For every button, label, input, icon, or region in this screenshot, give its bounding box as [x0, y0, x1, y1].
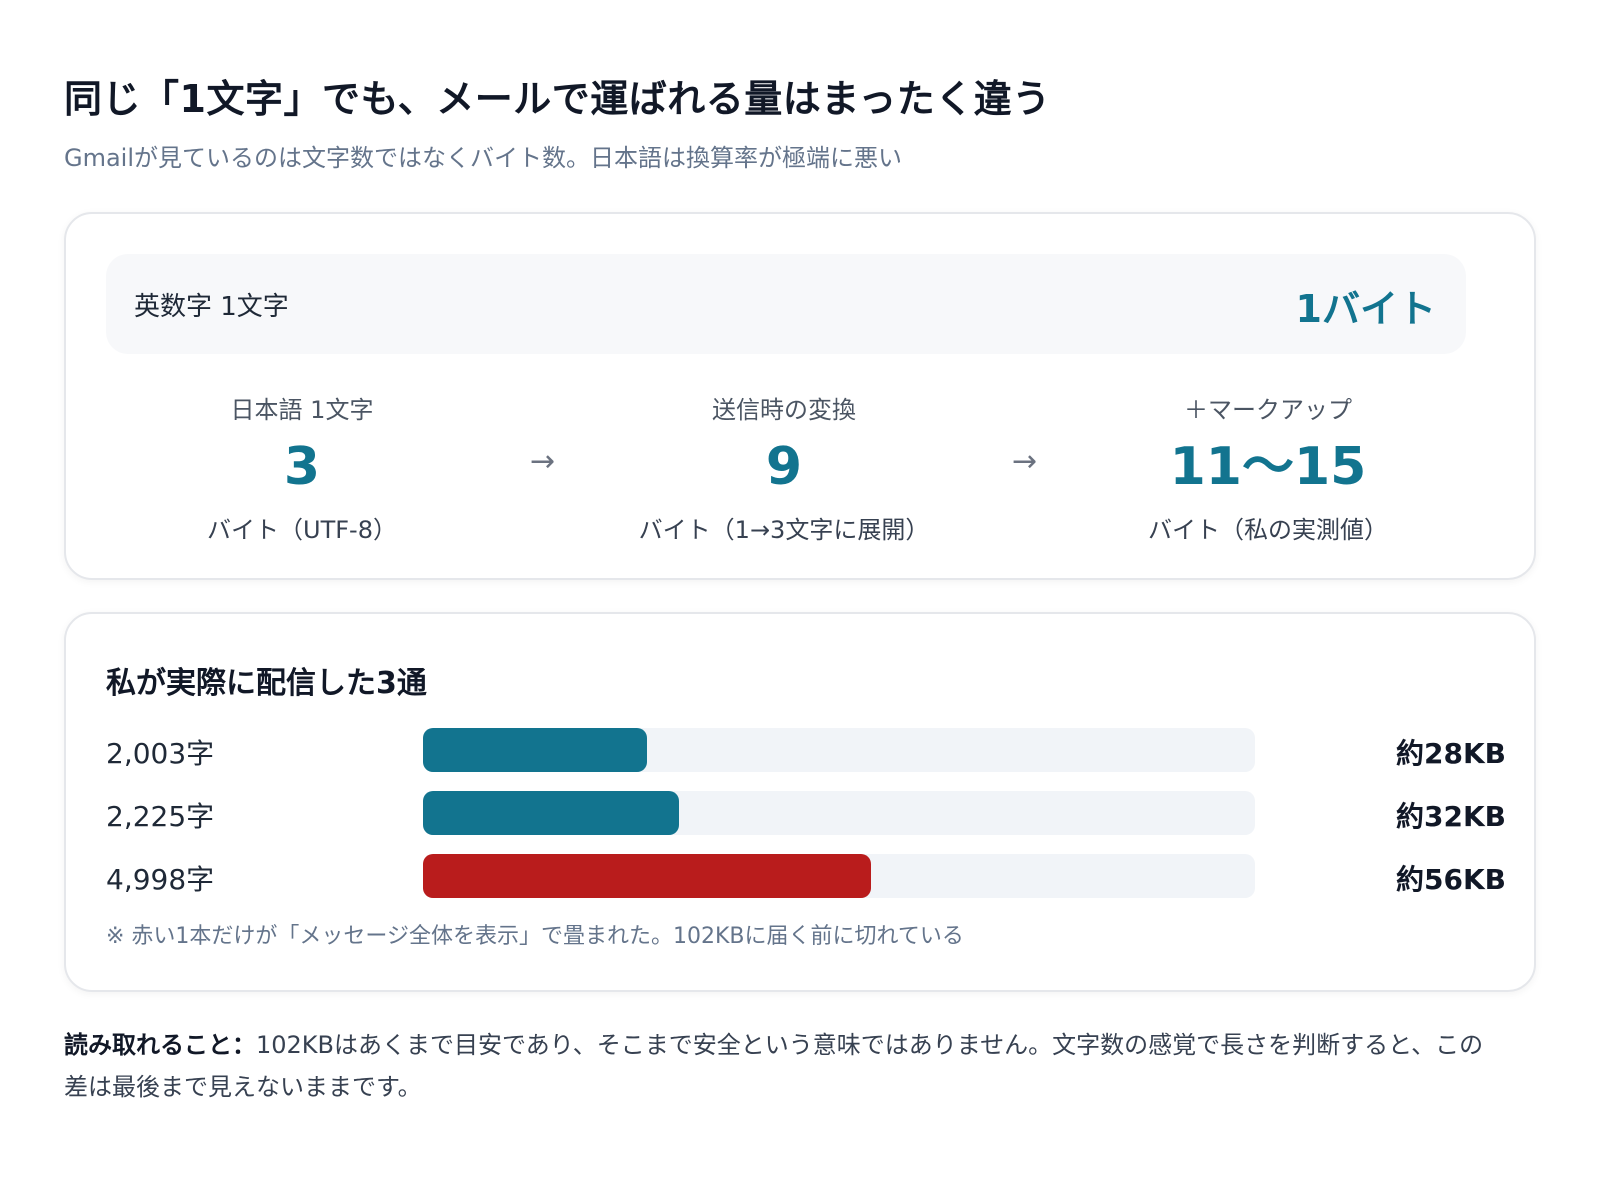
- takeaway: 読み取れること：102KBはあくまで目安であり、そこまで安全という意味ではありま…: [64, 1024, 1484, 1108]
- chart-note: ※ 赤い1本だけが「メッセージ全体を表示」で畳まれた。102KBに届く前に切れて…: [106, 924, 964, 949]
- bar: [423, 728, 647, 772]
- ascii-label: 英数字 1文字: [134, 292, 289, 322]
- ascii-byte-row: 英数字 1文字 1バイト: [106, 254, 1466, 354]
- byte-conversion-card: 英数字 1文字 1バイト 日本語 1文字 3 バイト（UTF-8） → 送信時の…: [64, 212, 1536, 580]
- step-value: 9: [765, 437, 803, 497]
- bar: [423, 854, 871, 898]
- bar-track: [423, 728, 1255, 772]
- step-value: 11〜15: [1169, 437, 1367, 497]
- step-label: 日本語 1文字: [230, 396, 374, 424]
- step-sub: バイト（1→3文字に展開）: [638, 516, 930, 545]
- bar-value-label: 約56KB: [1395, 863, 1506, 896]
- ascii-value: 1バイト: [1295, 287, 1436, 331]
- delivered-emails-card: 私が実際に配信した3通 2,003字 約28KB 2,225字 約32KB 4,998字…: [64, 612, 1536, 992]
- bar-category-label: 2,003字: [106, 737, 215, 770]
- arrow-right-icon: →: [530, 444, 556, 479]
- bar-value-label: 約28KB: [1395, 737, 1506, 770]
- bar-track: [423, 854, 1255, 898]
- step-markup: ＋マークアップ 11〜15 バイト（私の実測値）: [1108, 390, 1428, 545]
- bar: [423, 791, 679, 835]
- bar-category-label: 2,225字: [106, 800, 215, 833]
- step-utf8: 日本語 1文字 3 バイト（UTF-8）: [142, 390, 462, 545]
- bar-row: 2,225字 約32KB: [106, 791, 1506, 835]
- step-sub: バイト（私の実測値）: [1148, 516, 1388, 545]
- page-title: 同じ「1文字」でも、メールで運ばれる量はまったく違う: [64, 77, 1051, 121]
- takeaway-body: 102KBはあくまで目安であり、そこまで安全という意味ではありません。文字数の感…: [64, 1031, 1484, 1101]
- page-subtitle: Gmailが見ているのは文字数ではなくバイト数。日本語は換算率が極端に悪い: [64, 144, 903, 172]
- chart-title: 私が実際に配信した3通: [106, 666, 427, 701]
- step-sub: バイト（UTF-8）: [207, 516, 397, 545]
- step-transmission: 送信時の変換 9 バイト（1→3文字に展開）: [624, 390, 944, 545]
- bar-track: [423, 791, 1255, 835]
- takeaway-lead: 読み取れること：: [64, 1031, 256, 1059]
- bar-row: 4,998字 約56KB: [106, 854, 1506, 898]
- step-label: ＋マークアップ: [1184, 396, 1352, 424]
- bar-category-label: 4,998字: [106, 863, 215, 896]
- step-label: 送信時の変換: [712, 396, 856, 424]
- arrow-right-icon: →: [1012, 444, 1038, 479]
- bar-row: 2,003字 約28KB: [106, 728, 1506, 772]
- step-value: 3: [283, 437, 321, 497]
- bar-value-label: 約32KB: [1395, 800, 1506, 833]
